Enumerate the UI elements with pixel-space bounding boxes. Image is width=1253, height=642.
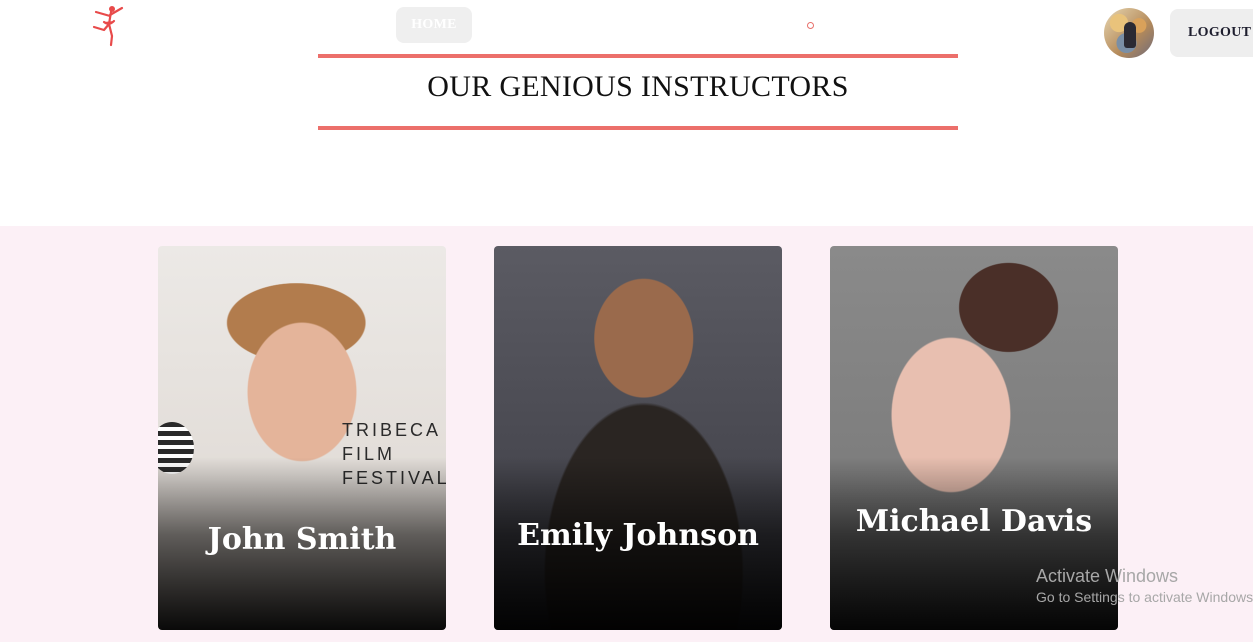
instructor-name: Michael Davis <box>855 504 1093 539</box>
title-rule-bottom <box>318 126 958 130</box>
instructor-card[interactable]: Emily Johnson <box>494 246 782 630</box>
instructor-name: Emily Johnson <box>517 518 759 553</box>
activate-windows-watermark: Activate Windows Go to Settings to activ… <box>1036 565 1253 607</box>
instructor-card[interactable]: TRIBECA FILM FESTIVAL John Smith <box>158 246 446 630</box>
page-title: OUR GENIOUS INSTRUCTORS <box>427 70 849 103</box>
user-avatar[interactable] <box>1104 8 1154 58</box>
logout-button[interactable]: LOGOUT <box>1170 9 1253 57</box>
ballerina-logo-icon[interactable] <box>86 2 132 48</box>
instructor-name: John Smith <box>207 522 397 557</box>
avatar-figure <box>1124 22 1136 48</box>
title-rule-top <box>318 54 958 58</box>
nav-home-link[interactable]: HOME <box>396 7 472 43</box>
nav-dot-icon <box>807 22 814 29</box>
watermark-line1: Activate Windows <box>1036 566 1179 586</box>
watermark-line2: Go to Settings to activate Windows. <box>1036 589 1253 605</box>
